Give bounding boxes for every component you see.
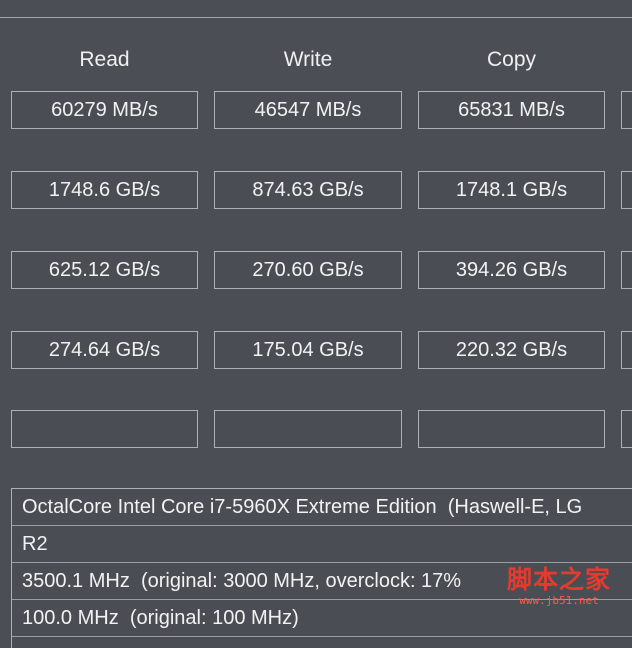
memory-copy-value: 65831 MB/s [418, 91, 605, 129]
column-header-write: Write [283, 48, 333, 71]
memory-read-value: 60279 MB/s [11, 91, 198, 129]
l1-cache-read-value: 1748.6 GB/s [11, 171, 198, 209]
empty-copy-value [418, 410, 605, 448]
l1-cache-latency-value [621, 171, 632, 209]
watermark-url: www.jb51.net [519, 594, 599, 607]
cpu-stepping-field: R2 [12, 526, 632, 563]
watermark-text: 脚本之家 [506, 565, 611, 594]
l2-cache-write-value: 270.60 GB/s [214, 251, 402, 289]
cpu-type-field: OctalCore Intel Core i7-5960X Extreme Ed… [12, 489, 632, 526]
memory-latency-value [621, 91, 632, 129]
top-divider [0, 17, 632, 18]
l3-cache-write-value: 175.04 GB/s [214, 331, 402, 369]
empty-read-value [11, 410, 198, 448]
l2-cache-copy-value: 394.26 GB/s [418, 251, 605, 289]
column-header-read: Read [79, 48, 130, 71]
l2-cache-read-value: 625.12 GB/s [11, 251, 198, 289]
l3-cache-latency-value [621, 331, 632, 369]
empty-latency-value [621, 410, 632, 448]
empty-write-value [214, 410, 402, 448]
l1-cache-write-value: 874.63 GB/s [214, 171, 402, 209]
memory-write-value: 46547 MB/s [214, 91, 402, 129]
l3-cache-copy-value: 220.32 GB/s [418, 331, 605, 369]
l2-cache-latency-value [621, 251, 632, 289]
l1-cache-copy-value: 1748.1 GB/s [418, 171, 605, 209]
watermark-logo: 脚本之家 www.jb51.net [500, 566, 618, 608]
column-header-copy: Copy [486, 48, 537, 71]
l3-cache-read-value: 274.64 GB/s [11, 331, 198, 369]
